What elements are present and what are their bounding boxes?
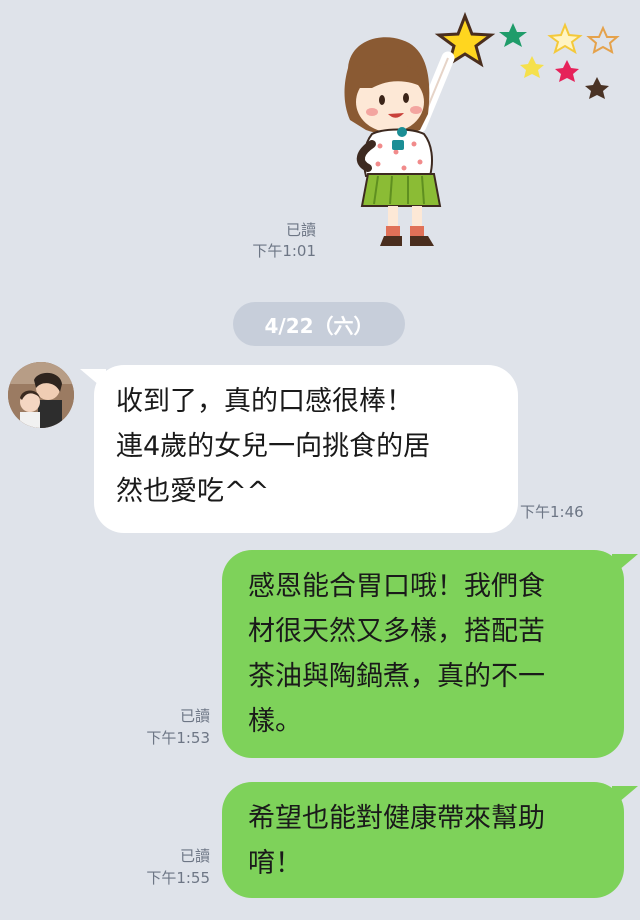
message-bubble-incoming[interactable]: 收到了，真的口感很棒！ 連4歲的女兒一向挑食的居 然也愛吃^^: [80, 365, 518, 533]
sticker-timestamp: 下午1:01: [252, 242, 316, 260]
date-separator: 4/22（六）: [233, 302, 405, 346]
message-text-line: 樣。: [248, 706, 302, 737]
bubble-tail: [612, 786, 638, 808]
message-timestamp: 下午1:55: [146, 869, 210, 887]
bubble-tail: [80, 369, 106, 391]
message-text-line: 茶油與陶鍋煮，真的不一: [248, 661, 545, 692]
message-text-line: 收到了，真的口感很棒！: [116, 386, 413, 417]
read-status: 已讀: [179, 847, 210, 865]
message-text-line: 材很天然又多樣，搭配苦: [248, 616, 545, 647]
message-bubble-outgoing[interactable]: 希望也能對健康帶來幫助 唷！: [222, 782, 638, 898]
message-text-line: 唷！: [248, 848, 302, 879]
message-text-line: 希望也能對健康帶來幫助: [248, 803, 545, 834]
message-text-line: 連4歲的女兒一向挑食的居: [116, 431, 431, 462]
message-text-line: 然也愛吃^^: [116, 476, 270, 507]
star-icon: [585, 77, 609, 99]
star-icon: [586, 25, 620, 54]
girl-sticker-icon: [344, 11, 620, 246]
avatar[interactable]: [8, 362, 74, 428]
bubble-tail: [612, 554, 638, 576]
message-timestamp: 下午1:53: [146, 729, 210, 747]
star-icon: [520, 56, 544, 78]
avatar-photo-icon: [8, 362, 74, 428]
message-timestamp: 下午1:46: [520, 503, 584, 521]
sticker-read-status: 已讀: [285, 221, 316, 239]
star-icon: [499, 23, 527, 47]
message-bubble-outgoing[interactable]: 感恩能合胃口哦！我們食 材很天然又多樣，搭配苦 茶油與陶鍋煮，真的不一 樣。: [222, 550, 638, 758]
star-icon: [555, 60, 579, 82]
read-status: 已讀: [179, 707, 210, 725]
message-text-line: 感恩能合胃口哦！我們食: [248, 571, 545, 602]
star-icon: [547, 22, 583, 55]
